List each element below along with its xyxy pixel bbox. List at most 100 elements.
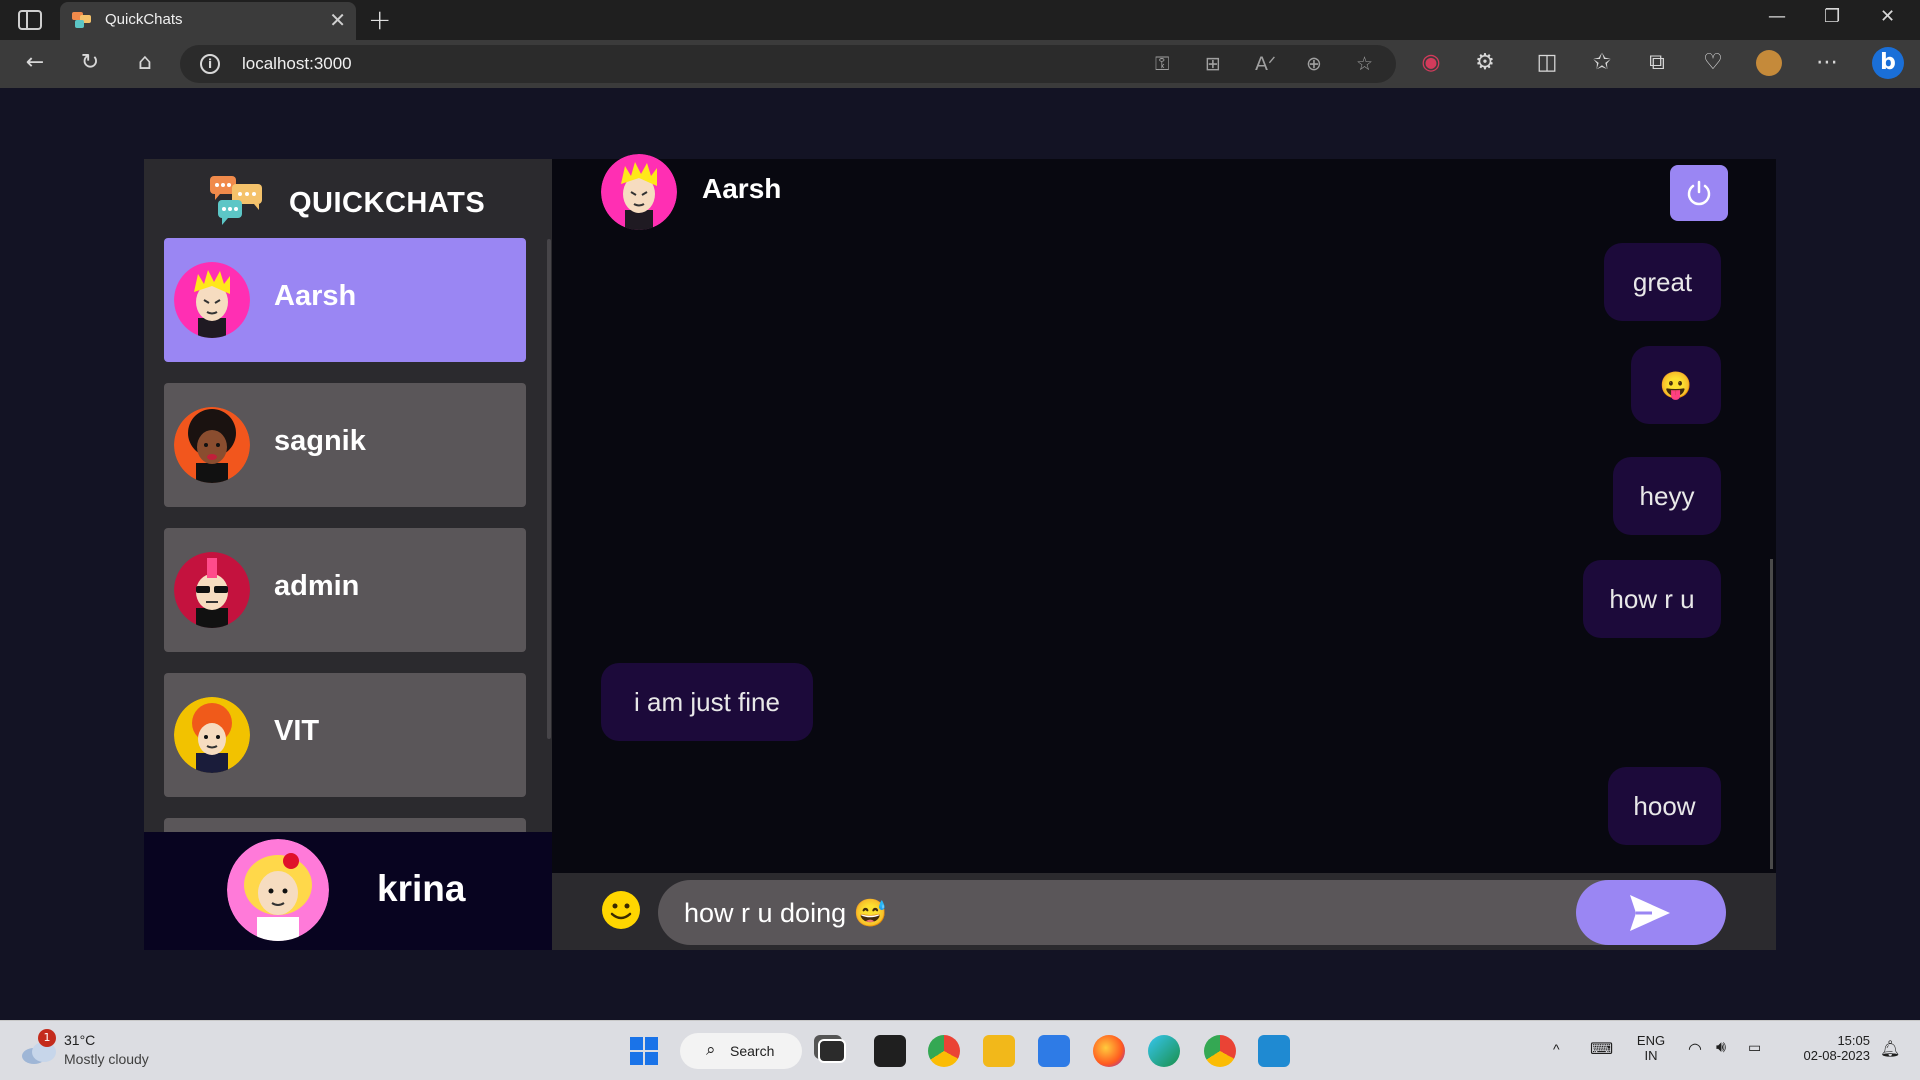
contact-name: Aarsh — [274, 280, 357, 312]
avatar-punk-sunglasses — [174, 552, 250, 628]
contact-admin[interactable]: admin — [164, 528, 526, 652]
contact-aarsh[interactable]: Aarsh — [164, 238, 526, 362]
contact-name: admin — [274, 570, 360, 602]
chat-panel: Aarsh great 😛 heyy how r u i am just fin… — [552, 154, 1776, 950]
minimize-icon[interactable]: — — [1768, 6, 1786, 27]
message-input-bar: how r u doing 😅 — [552, 873, 1776, 950]
todo-icon[interactable] — [1038, 1035, 1070, 1067]
taskbar-search[interactable]: ⌕ Search — [680, 1033, 802, 1069]
zoom-icon[interactable]: ⊕ — [1306, 53, 1322, 75]
extension-red-icon[interactable]: ◉ — [1418, 50, 1444, 76]
extensions-icon[interactable]: ⚙ — [1472, 50, 1498, 76]
address-bar[interactable]: i localhost:3000 ⚿ ⊞ Aᐟ ⊕ ☆ — [180, 45, 1396, 83]
profile-avatar[interactable] — [1756, 50, 1782, 76]
volume-icon[interactable]: 🔊︎ — [1716, 1039, 1726, 1057]
send-icon — [1630, 895, 1670, 931]
edge-icon[interactable] — [1148, 1035, 1180, 1067]
firefox-icon[interactable] — [1093, 1035, 1125, 1067]
brand: QUICKCHATS — [210, 174, 510, 226]
clock-time: 15:05 — [1837, 1033, 1870, 1048]
contact-name: sagnik — [274, 425, 366, 457]
split-screen-icon[interactable]: ◫ — [1534, 50, 1560, 76]
refresh-icon[interactable]: ↻ — [77, 50, 103, 76]
file-explorer-icon[interactable] — [983, 1035, 1015, 1067]
language-indicator[interactable]: ENG IN — [1636, 1033, 1666, 1063]
windows-taskbar: 1 31°C Mostly cloudy ⌕ Search ^ ⌨ ENG IN… — [0, 1020, 1920, 1080]
browser-toolbar: ← ↻ ⌂ i localhost:3000 ⚿ ⊞ Aᐟ ⊕ ☆ ◉ ⚙ ◫ … — [0, 40, 1920, 88]
logout-button[interactable] — [1670, 165, 1728, 221]
back-icon[interactable]: ← — [22, 50, 48, 76]
site-info-icon[interactable]: i — [200, 54, 220, 74]
app-available-icon[interactable]: ⊞ — [1205, 53, 1221, 75]
chat-header-name: Aarsh — [702, 173, 782, 204]
tab-close-icon[interactable]: ✕ — [329, 8, 346, 32]
power-icon — [1687, 180, 1711, 206]
message-received: i am just fine — [601, 663, 813, 741]
chat-header-avatar — [601, 154, 677, 230]
chat-scrollbar[interactable] — [1770, 559, 1773, 869]
avatar-blonde-boy — [174, 262, 250, 338]
quickchats-app: QUICKCHATS Aarsh sagnik admin VIT krina … — [144, 154, 1776, 950]
lang-bottom: IN — [1644, 1048, 1658, 1063]
message-sent: great — [1604, 243, 1721, 321]
vscode-icon[interactable] — [1258, 1035, 1290, 1067]
favorite-star-icon[interactable]: ☆ — [1356, 53, 1373, 75]
favorites-icon[interactable]: ✩ — [1589, 50, 1615, 76]
message-sent: hoow — [1608, 767, 1721, 845]
more-menu-icon[interactable]: ⋯ — [1814, 50, 1840, 76]
new-tab-icon[interactable]: + — [368, 3, 391, 36]
clock[interactable]: 15:05 02-08-2023 — [1780, 1033, 1871, 1063]
weather-desc: Mostly cloudy — [64, 1051, 149, 1067]
lang-top: ENG — [1636, 1033, 1666, 1048]
sticky-notes-icon[interactable] — [874, 1035, 906, 1067]
battery-icon[interactable]: ▭ — [1748, 1039, 1761, 1056]
weather-temp: 31°C — [64, 1032, 96, 1048]
browser-tab[interactable]: QuickChats ✕ — [60, 2, 356, 40]
contact-sagnik[interactable]: sagnik — [164, 383, 526, 507]
home-icon[interactable]: ⌂ — [132, 50, 158, 76]
close-window-icon[interactable]: ✕ — [1880, 6, 1895, 27]
read-aloud-icon[interactable]: Aᐟ — [1255, 53, 1276, 75]
contacts-sidebar: QUICKCHATS Aarsh sagnik admin VIT krina — [144, 159, 552, 950]
message-sent: heyy — [1613, 457, 1721, 535]
search-icon: ⌕ — [706, 1040, 716, 1060]
quickchats-favicon-icon — [72, 12, 91, 28]
keyboard-icon[interactable]: ⌨ — [1590, 1039, 1613, 1059]
contact-vit[interactable]: VIT — [164, 673, 526, 797]
url-text[interactable]: localhost:3000 — [242, 54, 352, 74]
avatar-curly-hair — [174, 407, 250, 483]
avatar-orange-hair — [174, 697, 250, 773]
weather-badge: 1 — [38, 1029, 56, 1047]
weather-widget[interactable]: 1 31°C Mostly cloudy — [20, 1029, 220, 1073]
message-input-text[interactable]: how r u doing 😅 — [684, 897, 887, 929]
restore-icon[interactable]: ❐ — [1824, 6, 1840, 27]
key-icon[interactable]: ⚿ — [1155, 53, 1169, 75]
message-sent: how r u — [1583, 560, 1721, 638]
show-hidden-icons-icon[interactable]: ^ — [1553, 1041, 1560, 1057]
chrome-profile-icon[interactable] — [1204, 1035, 1236, 1067]
bing-copilot-icon[interactable]: b — [1872, 47, 1904, 79]
windows-start-icon[interactable] — [628, 1035, 660, 1067]
collections-icon[interactable]: ⧉ — [1644, 50, 1670, 76]
current-user-avatar — [227, 839, 329, 941]
task-view-icon[interactable] — [818, 1039, 846, 1063]
contact-name: VIT — [274, 715, 320, 747]
tab-title: QuickChats — [105, 11, 183, 28]
message-input[interactable]: how r u doing 😅 — [658, 880, 1722, 945]
message-sent: 😛 — [1631, 346, 1721, 424]
chrome-icon[interactable] — [928, 1035, 960, 1067]
chat-bubbles-logo-icon — [210, 176, 262, 225]
clock-date: 02-08-2023 — [1803, 1048, 1871, 1063]
send-button[interactable] — [1576, 880, 1726, 945]
browser-tabstrip: QuickChats ✕ + — ❐ ✕ — [0, 0, 1920, 40]
search-label: Search — [730, 1043, 775, 1059]
wifi-icon[interactable]: ◠ — [1688, 1039, 1702, 1059]
emoji-picker-icon[interactable] — [601, 890, 641, 930]
contact-list: Aarsh sagnik admin VIT — [164, 238, 526, 854]
current-user-panel: krina — [144, 832, 552, 950]
tab-actions-icon[interactable] — [18, 10, 42, 30]
sidebar-scrollbar[interactable] — [547, 239, 551, 739]
brand-name: QUICKCHATS — [289, 187, 486, 219]
notifications-icon[interactable]: 🔔︎ — [1880, 1039, 1900, 1059]
browser-essentials-icon[interactable]: ♡ — [1700, 50, 1726, 76]
